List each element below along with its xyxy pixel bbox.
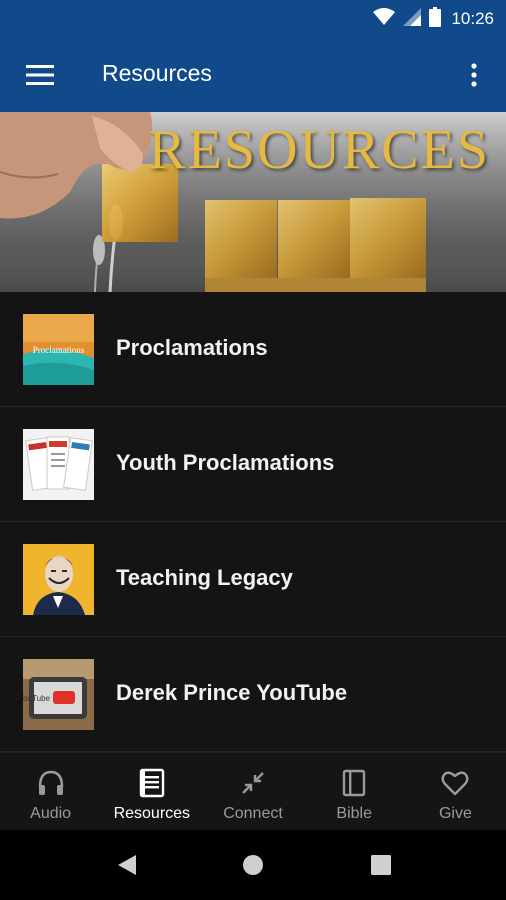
list-item-label: Youth Proclamations bbox=[116, 450, 335, 475]
battery-icon bbox=[429, 6, 442, 32]
nav-item-give[interactable]: Give bbox=[405, 753, 506, 830]
nav-item-resources[interactable]: Resources bbox=[101, 753, 202, 830]
nav-item-connect[interactable]: Connect bbox=[202, 753, 303, 830]
app-bar: Resources bbox=[0, 38, 506, 112]
nav-item-audio[interactable]: Audio bbox=[0, 753, 101, 830]
youtube-thumb: YouTube bbox=[23, 659, 94, 730]
connect-arrows-icon bbox=[239, 767, 267, 799]
list-item-teaching-legacy[interactable]: Teaching Legacy bbox=[0, 522, 506, 637]
nav-label: Give bbox=[438, 805, 472, 822]
resource-list: Proclamations Proclamations Youth Procla… bbox=[0, 292, 506, 752]
list-item-youtube[interactable]: YouTube Derek Prince YouTube bbox=[0, 637, 506, 752]
youth-proclamations-thumb bbox=[23, 429, 94, 500]
list-item-label: Teaching Legacy bbox=[116, 565, 293, 590]
book-icon bbox=[139, 767, 165, 799]
nav-label: Connect bbox=[223, 805, 283, 822]
home-icon[interactable] bbox=[238, 850, 268, 880]
heart-icon bbox=[441, 767, 469, 799]
nav-label: Resources bbox=[113, 805, 191, 822]
proclamations-thumb-text: Proclamations bbox=[33, 345, 85, 355]
list-item-youth-proclamations[interactable]: Youth Proclamations bbox=[0, 407, 506, 522]
bottom-navigation: Audio Resources Connect Bible Give bbox=[0, 752, 506, 830]
list-item-label: Proclamations bbox=[116, 335, 268, 360]
list-item-label: Derek Prince YouTube bbox=[116, 680, 348, 705]
recents-icon[interactable] bbox=[366, 850, 396, 880]
status-time: 10:26 bbox=[451, 9, 494, 28]
status-bar: 10:26 bbox=[0, 0, 506, 38]
banner-title: RESOURCES bbox=[148, 119, 490, 181]
wifi-icon bbox=[373, 7, 396, 31]
status-icons: 10:26 bbox=[373, 6, 494, 32]
proclamations-thumb: Proclamations bbox=[23, 314, 94, 385]
nav-label: Audio bbox=[30, 805, 72, 822]
hamburger-menu-icon[interactable] bbox=[20, 58, 60, 92]
system-navigation-bar bbox=[0, 830, 506, 900]
bible-icon bbox=[342, 767, 366, 799]
youtube-thumb-text: YouTube bbox=[23, 694, 51, 703]
headphones-icon bbox=[37, 767, 65, 799]
signal-icon bbox=[403, 7, 422, 31]
more-vert-icon[interactable] bbox=[460, 58, 488, 92]
teaching-legacy-thumb bbox=[23, 544, 94, 615]
back-icon[interactable] bbox=[112, 850, 142, 880]
nav-item-bible[interactable]: Bible bbox=[304, 753, 405, 830]
page-title: Resources bbox=[102, 60, 212, 86]
resources-banner: RESOURCES bbox=[0, 112, 506, 292]
nav-label: Bible bbox=[336, 805, 372, 822]
list-item-proclamations[interactable]: Proclamations Proclamations bbox=[0, 292, 506, 407]
